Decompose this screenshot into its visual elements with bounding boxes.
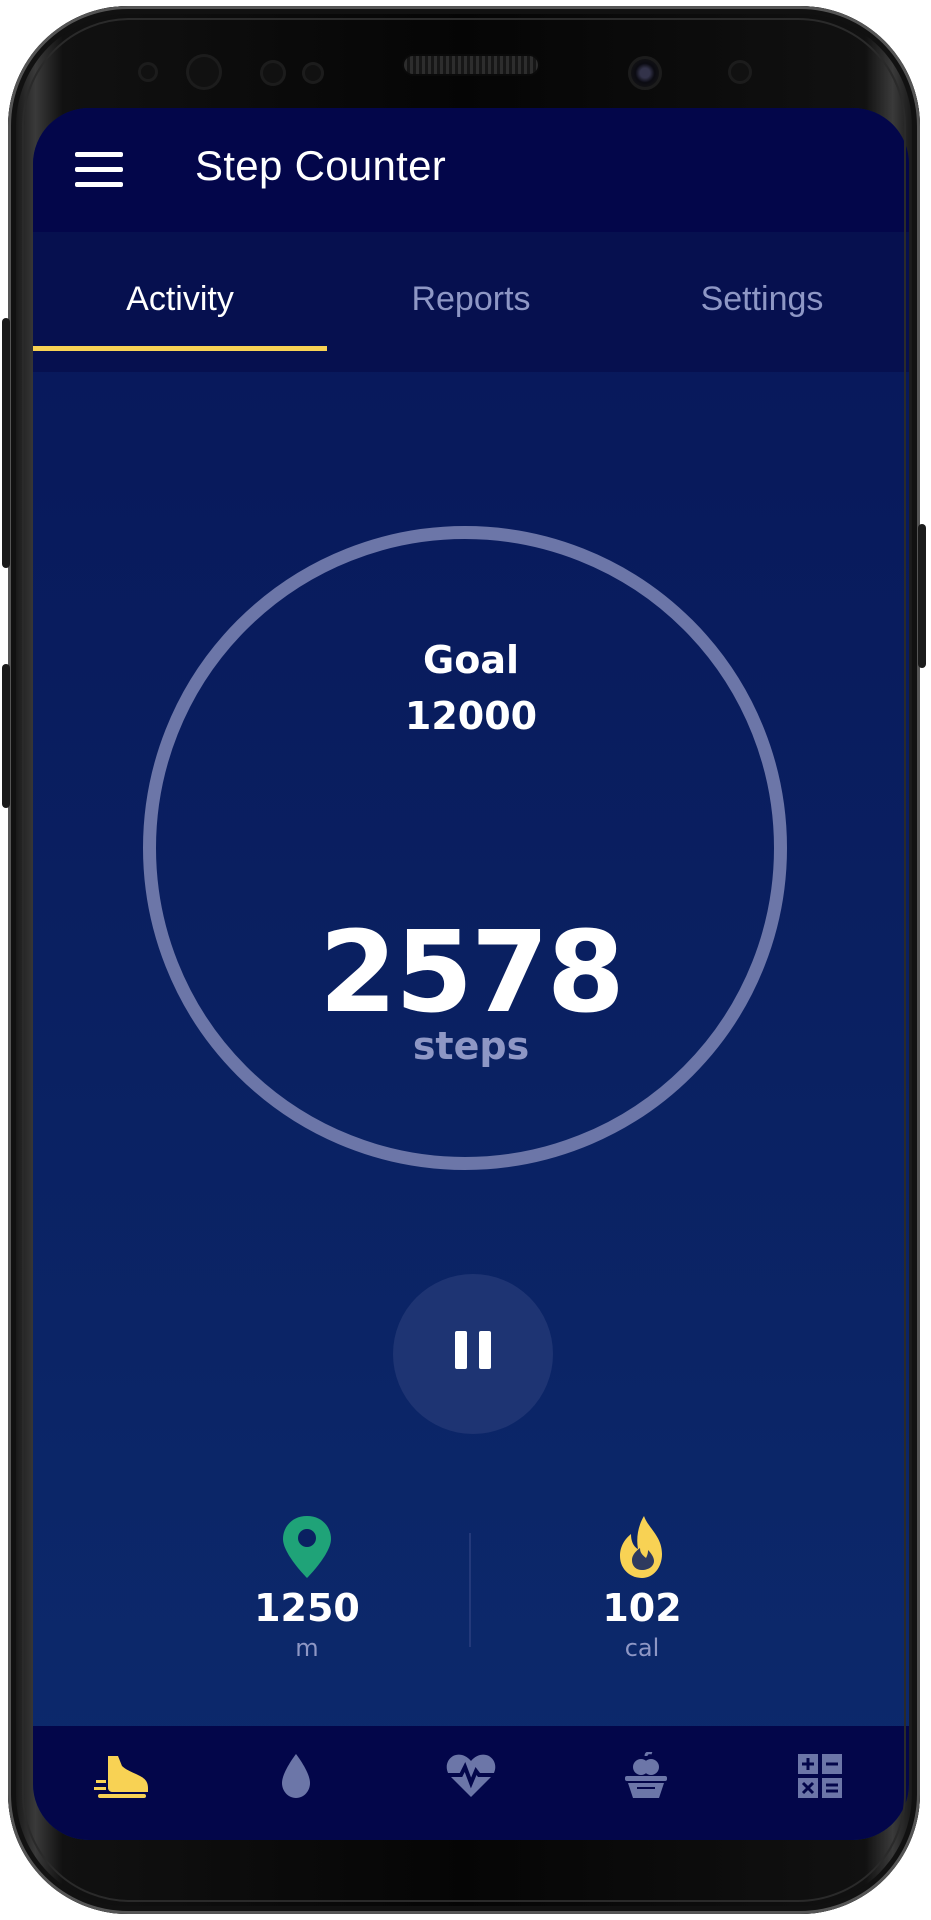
calories-stat: 102 cal [542,1514,742,1662]
sensor-icon [260,60,286,86]
active-tab-indicator [33,346,327,351]
camera-icon [628,56,662,90]
app-screen: Step Counter Activity Reports Settings G… [33,108,909,1840]
volume-button [2,318,10,568]
heart-rate-icon [446,1754,496,1797]
shoe-icon [94,1756,148,1798]
tab-activity[interactable]: Activity [33,280,327,330]
calories-value: 102 [602,1586,682,1630]
sensor-icon [186,54,222,90]
food-scale-icon [625,1752,667,1798]
tab-reports[interactable]: Reports [327,280,615,330]
app-title: Step Counter [195,142,447,189]
sensor-icon [138,62,158,82]
sensor-icon [728,60,752,84]
sensor-icon [302,62,324,84]
bottom-navigation [33,1726,909,1840]
app-bar: Step Counter [33,108,909,232]
goal-value: 12000 [404,694,538,738]
bixby-button [2,664,10,808]
power-button [918,524,926,668]
nav-nutrition[interactable] [611,1746,681,1806]
nav-steps[interactable] [87,1746,157,1806]
flame-icon [620,1516,662,1578]
phone-frame: Step Counter Activity Reports Settings G… [2,6,926,1914]
nav-water[interactable] [261,1746,331,1806]
step-unit-label: steps [412,1024,530,1068]
step-count: 2578 [319,908,625,1038]
step-progress-ring [143,526,787,1170]
speaker-grille [404,56,538,74]
pause-icon [455,1331,467,1369]
calculator-icon [798,1754,842,1798]
distance-unit: m [295,1634,319,1662]
distance-stat: 1250 m [207,1514,407,1662]
menu-button[interactable] [75,152,123,188]
tab-settings[interactable]: Settings [615,280,909,330]
calories-unit: cal [624,1634,660,1662]
goal-label: Goal [423,638,519,682]
water-drop-icon [282,1754,310,1798]
tab-bar: Activity Reports Settings [33,232,909,372]
nav-calculator[interactable] [785,1746,855,1806]
pause-button[interactable] [393,1274,553,1434]
distance-value: 1250 [254,1586,360,1630]
stats-divider [469,1533,471,1647]
nav-heart-rate[interactable] [436,1746,506,1806]
map-pin-icon [283,1516,331,1578]
pause-icon [479,1331,491,1369]
